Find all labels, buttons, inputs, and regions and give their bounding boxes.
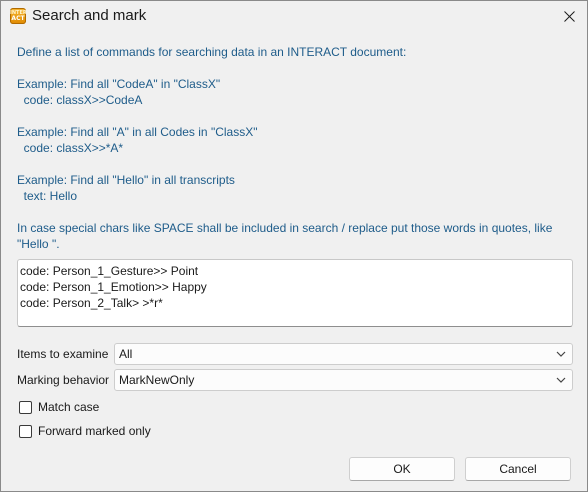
chevron-down-icon — [556, 351, 566, 357]
chevron-down-icon — [556, 377, 566, 383]
example-1-line-2: code: classX>>CodeA — [17, 93, 143, 107]
intro-text: Define a list of commands for searching … — [17, 45, 407, 59]
close-button[interactable] — [551, 1, 587, 32]
title-bar: INTER ACT Search and mark — [1, 1, 587, 32]
example-3-line-1: Example: Find all "Hello" in all transcr… — [17, 173, 235, 187]
match-case-checkbox[interactable] — [19, 400, 32, 414]
marking-behavior-select[interactable]: MarkNewOnly — [114, 369, 573, 391]
example-2-line-2: code: classX>>*A* — [17, 141, 124, 155]
marking-behavior-value: MarkNewOnly — [119, 373, 195, 387]
example-2-line-1: Example: Find all "A" in all Codes in "C… — [17, 125, 258, 139]
window-title: Search and mark — [32, 7, 147, 24]
special-chars-note: In case special chars like SPACE shall b… — [17, 221, 553, 251]
forward-marked-only-row[interactable]: Forward marked only — [19, 423, 151, 439]
interact-app-icon: INTER ACT — [10, 8, 26, 24]
example-3-line-2: text: Hello — [17, 189, 78, 203]
cancel-button[interactable]: Cancel — [465, 457, 571, 481]
example-1-line-1: Example: Find all "CodeA" in "ClassX" — [17, 77, 221, 91]
forward-marked-only-checkbox[interactable] — [19, 424, 32, 438]
close-icon — [563, 11, 575, 22]
commands-textarea[interactable]: code: Person_1_Gesture>> Point code: Per… — [17, 259, 573, 327]
items-to-examine-label: Items to examine — [17, 347, 109, 361]
search-and-mark-dialog: INTER ACT Search and mark Define a list … — [0, 0, 588, 492]
match-case-row[interactable]: Match case — [19, 399, 99, 415]
app-icon-text-bottom: ACT — [11, 15, 25, 22]
dialog-body: Define a list of commands for searching … — [1, 32, 587, 491]
items-to-examine-value: All — [119, 347, 133, 361]
marking-behavior-label: Marking behavior — [17, 373, 110, 387]
ok-button[interactable]: OK — [349, 457, 455, 481]
items-to-examine-select[interactable]: All — [114, 343, 573, 365]
match-case-label: Match case — [38, 400, 100, 414]
forward-marked-only-label: Forward marked only — [38, 424, 151, 438]
